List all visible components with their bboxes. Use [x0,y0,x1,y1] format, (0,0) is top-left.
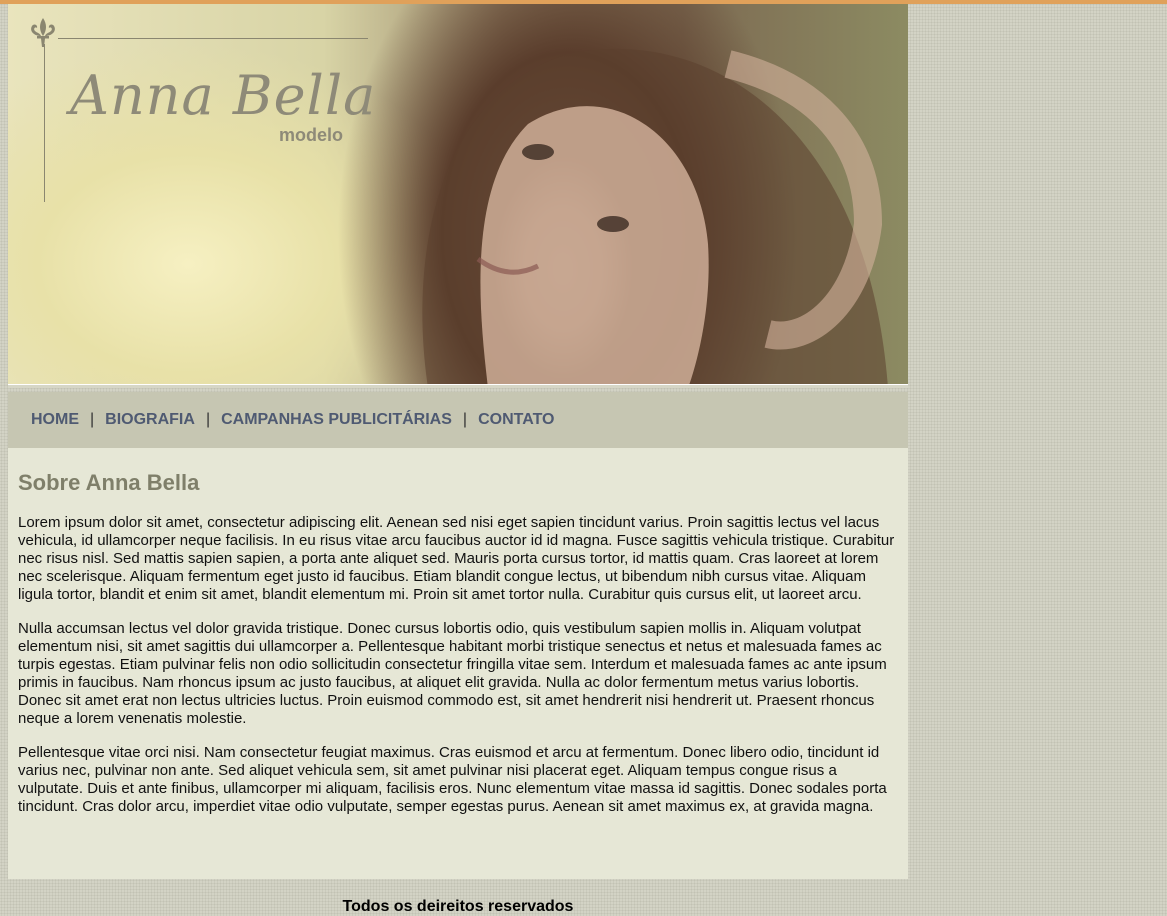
nav-item-contato[interactable]: CONTATO [478,411,554,429]
decorative-line [44,44,45,202]
brand-subtitle: modelo [279,125,344,145]
model-photo [422,48,888,388]
nav-item-home[interactable]: HOME [31,411,79,429]
footer-text: Todos os deireitos reservados [342,898,574,915]
nav-separator: | [90,411,95,428]
nav-separator: | [205,411,211,428]
banner-divider [8,384,908,388]
content-paragraph: Nulla accumsan lectus vel dolor gravida … [18,620,887,727]
page-wrapper: Anna Bella modelo HOME | BIOGRAFIA | CAM… [8,4,908,879]
decorative-line [58,38,368,39]
content-paragraph: Lorem ipsum dolor sit amet, consectetur … [18,514,895,603]
page-title: Sobre Anna Bella [18,470,200,495]
content-paragraph: Pellentesque vitae orci nisi. Nam consec… [18,744,887,815]
nav-item-campanhas[interactable]: CAMPANHAS PUBLICITÁRIAS [221,411,452,429]
main-content: Sobre Anna Bella Lorem ipsum dolor sit a… [8,448,908,879]
main-nav: HOME | BIOGRAFIA | CAMPANHAS PUBLICITÁRI… [8,392,908,448]
nav-item-biografia[interactable]: BIOGRAFIA [105,411,195,429]
header-banner: Anna Bella modelo [8,4,908,388]
fleur-de-lis-icon [31,18,55,47]
brand-name: Anna Bella [70,64,377,127]
nav-separator: | [462,411,468,428]
